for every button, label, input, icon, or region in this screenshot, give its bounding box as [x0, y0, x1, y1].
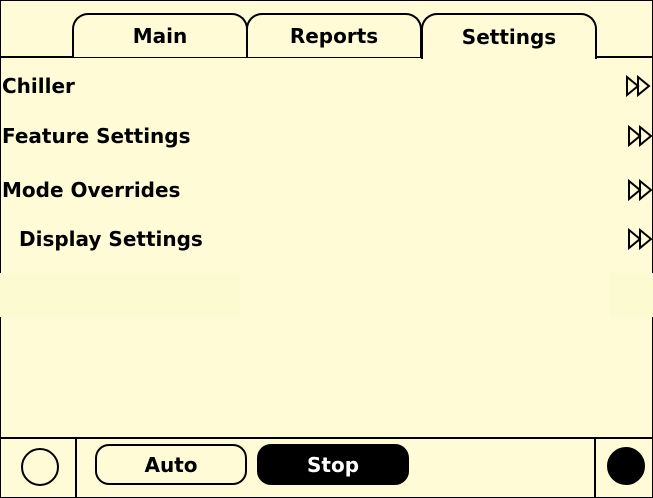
menu-item-label: Chiller	[2, 74, 75, 98]
menu-item-mode-overrides[interactable]: Mode Overrides	[0, 170, 653, 210]
double-arrow-right-icon	[626, 75, 651, 97]
tab-settings-label: Settings	[461, 25, 557, 49]
tab-main-label: Main	[132, 24, 188, 48]
tab-bar: Main Reports Settings	[0, 0, 653, 59]
menu-item-feature-settings[interactable]: Feature Settings	[0, 116, 653, 156]
menu-item-label: Mode Overrides	[2, 178, 181, 202]
menu-item-label: Display Settings	[19, 227, 203, 251]
tab-reports[interactable]: Reports	[246, 13, 422, 57]
bottom-bar-separator	[75, 438, 77, 498]
bottom-bar-separator	[594, 438, 596, 498]
empty-row-highlight	[610, 273, 653, 317]
auto-button-label: Auto	[144, 452, 198, 477]
tab-reports-label: Reports	[289, 24, 379, 48]
tab-baseline-right	[596, 56, 653, 58]
empty-row-highlight	[0, 273, 240, 317]
double-arrow-right-icon	[628, 179, 653, 201]
menu-item-display-settings[interactable]: Display Settings	[0, 219, 653, 259]
bottom-bar-divider	[0, 437, 653, 439]
tab-main[interactable]: Main	[72, 13, 248, 57]
double-arrow-right-icon	[628, 125, 653, 147]
auto-button[interactable]: Auto	[95, 444, 247, 485]
status-indicator-on-icon	[607, 447, 645, 485]
menu-item-chiller[interactable]: Chiller	[0, 66, 653, 106]
double-arrow-right-icon	[628, 228, 653, 250]
stop-button-label: Stop	[306, 452, 360, 477]
status-indicator-off-icon	[21, 448, 59, 486]
tab-settings[interactable]: Settings	[421, 13, 597, 59]
stop-button[interactable]: Stop	[257, 444, 409, 485]
menu-item-label: Feature Settings	[2, 124, 191, 148]
